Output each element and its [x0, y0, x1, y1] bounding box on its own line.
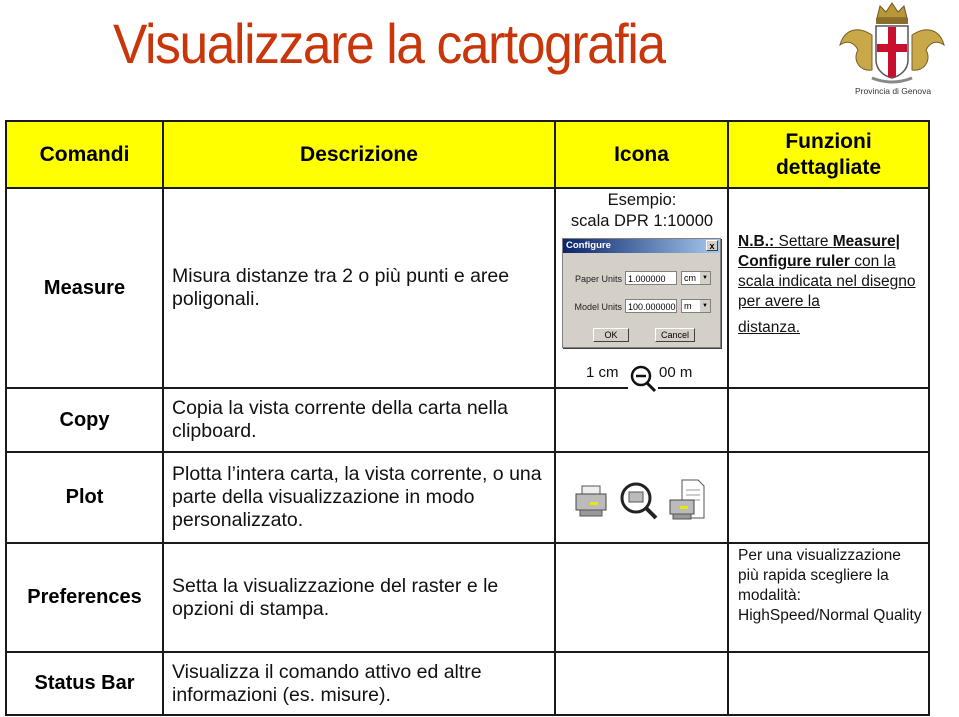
zoom-out-icon — [628, 364, 658, 394]
model-units-label: Model Units — [574, 302, 622, 312]
close-icon[interactable]: x — [706, 240, 718, 251]
print-preview-magnifier-icon — [620, 482, 658, 520]
paper-units-input[interactable]: 1.000000 — [625, 271, 677, 285]
model-units-row: Model Units 100.000000 m ▼ — [563, 299, 720, 315]
paper-units-label: Paper Units — [574, 274, 622, 284]
scale-right: 00 m — [659, 364, 693, 381]
description-copy: Copia la vista corrente della carta nell… — [172, 397, 509, 442]
chevron-down-icon: ▼ — [700, 272, 710, 284]
paper-units-select[interactable]: cm ▼ — [681, 271, 711, 285]
paper-units-row: Paper Units 1.000000 cm ▼ — [563, 271, 720, 287]
header-icon: Icona — [614, 142, 669, 166]
command-copy: Copy — [59, 408, 110, 431]
command-measure: Measure — [43, 276, 126, 299]
description-status-bar: Visualizza il comando attivo ed altre in… — [172, 660, 482, 706]
plot-icons — [575, 479, 705, 520]
details-measure: N.B.: Settare Measure| Configure ruler c… — [738, 233, 916, 336]
command-status-bar: Status Bar — [34, 672, 135, 694]
header-description: Descrizione — [300, 142, 418, 166]
description-plot: Plotta l’intera carta, la vista corrente… — [172, 463, 542, 531]
scale-left: 1 cm — [586, 364, 619, 381]
header-commands: Comandi — [39, 142, 130, 166]
description-preferences: Setta la visualizzazione del raster e le… — [172, 574, 499, 620]
dialog-titlebar: Configure x — [563, 239, 720, 253]
description-measure: Misura distanze tra 2 o più punti e aree… — [172, 265, 510, 310]
printer-icon — [575, 485, 607, 517]
ok-button[interactable]: OK — [593, 328, 629, 342]
model-units-select[interactable]: m ▼ — [681, 299, 711, 313]
chevron-down-icon: ▼ — [700, 300, 710, 312]
model-units-input[interactable]: 100.000000 — [625, 299, 677, 313]
cancel-button[interactable]: Cancel — [655, 328, 695, 342]
header-details: Funzioni dettagliate — [775, 129, 882, 179]
print-document-icon — [669, 479, 705, 520]
command-plot: Plot — [65, 486, 104, 508]
icon-example-caption: Esempio: scala DPR 1:10000 — [570, 191, 714, 230]
configure-dialog: Configure x Paper Units 1.000000 cm ▼ Mod… — [562, 238, 721, 348]
command-preferences: Preferences — [27, 586, 142, 608]
details-preferences: Per una visualizzazione più rapida scegl… — [738, 547, 922, 624]
